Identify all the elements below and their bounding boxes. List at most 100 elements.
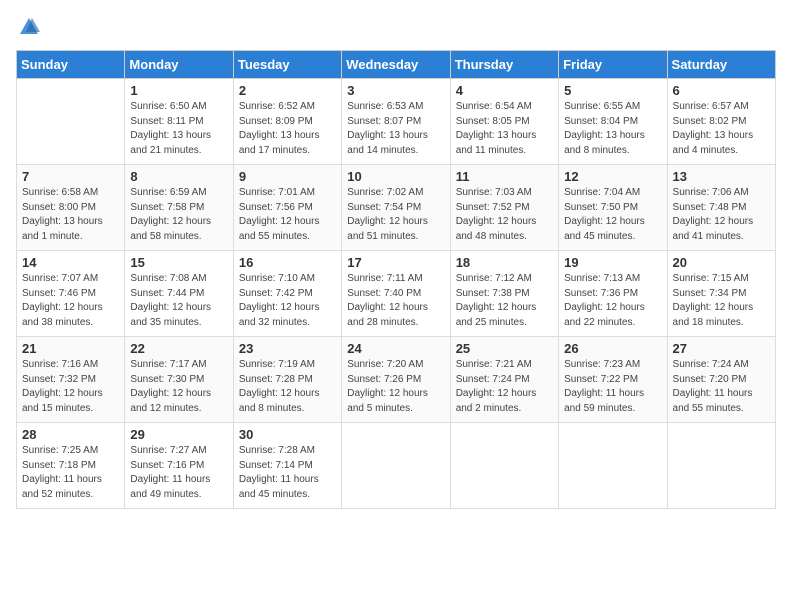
day-number: 30 [239,427,336,442]
calendar-week-row: 1 Sunrise: 6:50 AMSunset: 8:11 PMDaylight… [17,79,776,165]
calendar-cell: 13 Sunrise: 7:06 AMSunset: 7:48 PMDayligh… [667,165,775,251]
calendar-week-row: 7 Sunrise: 6:58 AMSunset: 8:00 PMDaylight… [17,165,776,251]
col-friday: Friday [559,51,667,79]
day-number: 7 [22,169,119,184]
calendar-week-row: 14 Sunrise: 7:07 AMSunset: 7:46 PMDayligh… [17,251,776,337]
day-info: Sunrise: 7:03 AMSunset: 7:52 PMDaylight:… [456,186,553,244]
day-info: Sunrise: 7:06 AMSunset: 7:48 PMDaylight:… [673,186,770,244]
header-row: Sunday Monday Tuesday Wednesday Thursday… [17,51,776,79]
day-number: 24 [347,341,444,356]
calendar-cell: 26 Sunrise: 7:23 AMSunset: 7:22 PMDayligh… [559,337,667,423]
calendar-cell: 23 Sunrise: 7:19 AMSunset: 7:28 PMDayligh… [233,337,341,423]
day-info: Sunrise: 7:27 AMSunset: 7:16 PMDaylight:… [130,444,227,502]
calendar-cell: 5 Sunrise: 6:55 AMSunset: 8:04 PMDaylight… [559,79,667,165]
calendar-header: Sunday Monday Tuesday Wednesday Thursday… [17,51,776,79]
logo-icon [18,16,40,38]
day-number: 14 [22,255,119,270]
calendar-cell: 29 Sunrise: 7:27 AMSunset: 7:16 PMDayligh… [125,423,233,509]
day-info: Sunrise: 7:20 AMSunset: 7:26 PMDaylight:… [347,358,444,416]
calendar-cell: 15 Sunrise: 7:08 AMSunset: 7:44 PMDayligh… [125,251,233,337]
col-tuesday: Tuesday [233,51,341,79]
day-number: 21 [22,341,119,356]
calendar-cell: 11 Sunrise: 7:03 AMSunset: 7:52 PMDayligh… [450,165,558,251]
day-info: Sunrise: 7:15 AMSunset: 7:34 PMDaylight:… [673,272,770,330]
calendar-cell: 30 Sunrise: 7:28 AMSunset: 7:14 PMDayligh… [233,423,341,509]
calendar-cell: 18Sunrise: 7:12 AMSunset: 7:38 PMDayligh… [450,251,558,337]
day-number: 20 [673,255,770,270]
calendar-cell: 6 Sunrise: 6:57 AMSunset: 8:02 PMDaylight… [667,79,775,165]
day-number: 8 [130,169,227,184]
day-info: Sunrise: 7:28 AMSunset: 7:14 PMDaylight:… [239,444,336,502]
calendar-cell: 12 Sunrise: 7:04 AMSunset: 7:50 PMDayligh… [559,165,667,251]
day-number: 27 [673,341,770,356]
day-info: Sunrise: 7:07 AMSunset: 7:46 PMDaylight:… [22,272,119,330]
day-number: 28 [22,427,119,442]
calendar-cell: 2Sunrise: 6:52 AMSunset: 8:09 PMDaylight… [233,79,341,165]
calendar-body: 1 Sunrise: 6:50 AMSunset: 8:11 PMDaylight… [17,79,776,509]
day-info: Sunrise: 7:08 AMSunset: 7:44 PMDaylight:… [130,272,227,330]
calendar-cell: 9 Sunrise: 7:01 AMSunset: 7:56 PMDaylight… [233,165,341,251]
col-saturday: Saturday [667,51,775,79]
day-info: Sunrise: 7:21 AMSunset: 7:24 PMDaylight:… [456,358,553,416]
calendar-cell: 20 Sunrise: 7:15 AMSunset: 7:34 PMDayligh… [667,251,775,337]
day-info: Sunrise: 6:54 AMSunset: 8:05 PMDaylight:… [456,100,553,158]
day-info: Sunrise: 7:11 AMSunset: 7:40 PMDaylight:… [347,272,444,330]
day-number: 11 [456,169,553,184]
day-info: Sunrise: 6:55 AMSunset: 8:04 PMDaylight:… [564,100,661,158]
day-number: 13 [673,169,770,184]
day-number: 1 [130,83,227,98]
day-info: Sunrise: 6:59 AMSunset: 7:58 PMDaylight:… [130,186,227,244]
calendar-cell: 8 Sunrise: 6:59 AMSunset: 7:58 PMDaylight… [125,165,233,251]
day-info: Sunrise: 7:19 AMSunset: 7:28 PMDaylight:… [239,358,336,416]
calendar-cell: 1 Sunrise: 6:50 AMSunset: 8:11 PMDaylight… [125,79,233,165]
day-number: 6 [673,83,770,98]
day-number: 17 [347,255,444,270]
calendar-cell: 17 Sunrise: 7:11 AMSunset: 7:40 PMDayligh… [342,251,450,337]
day-info: Sunrise: 6:58 AMSunset: 8:00 PMDaylight:… [22,186,119,244]
day-number: 4 [456,83,553,98]
calendar-table: Sunday Monday Tuesday Wednesday Thursday… [16,50,776,509]
day-info: Sunrise: 6:52 AMSunset: 8:09 PMDaylight:… [239,100,336,158]
calendar-week-row: 21Sunrise: 7:16 AMSunset: 7:32 PMDayligh… [17,337,776,423]
day-number: 19 [564,255,661,270]
calendar-cell: 28Sunrise: 7:25 AMSunset: 7:18 PMDayligh… [17,423,125,509]
day-number: 5 [564,83,661,98]
day-number: 12 [564,169,661,184]
day-info: Sunrise: 6:50 AMSunset: 8:11 PMDaylight:… [130,100,227,158]
day-info: Sunrise: 7:13 AMSunset: 7:36 PMDaylight:… [564,272,661,330]
calendar-cell: 4 Sunrise: 6:54 AMSunset: 8:05 PMDaylight… [450,79,558,165]
day-number: 23 [239,341,336,356]
day-number: 3 [347,83,444,98]
calendar-cell: 25 Sunrise: 7:21 AMSunset: 7:24 PMDayligh… [450,337,558,423]
day-info: Sunrise: 6:57 AMSunset: 8:02 PMDaylight:… [673,100,770,158]
calendar-cell: 21Sunrise: 7:16 AMSunset: 7:32 PMDayligh… [17,337,125,423]
calendar-cell [450,423,558,509]
calendar-cell: 19 Sunrise: 7:13 AMSunset: 7:36 PMDayligh… [559,251,667,337]
calendar-cell: 10Sunrise: 7:02 AMSunset: 7:54 PMDayligh… [342,165,450,251]
calendar-cell: 24 Sunrise: 7:20 AMSunset: 7:26 PMDayligh… [342,337,450,423]
col-sunday: Sunday [17,51,125,79]
calendar-cell [559,423,667,509]
calendar-cell: 14 Sunrise: 7:07 AMSunset: 7:46 PMDayligh… [17,251,125,337]
day-info: Sunrise: 7:24 AMSunset: 7:20 PMDaylight:… [673,358,770,416]
col-monday: Monday [125,51,233,79]
day-info: Sunrise: 7:12 AMSunset: 7:38 PMDaylight:… [456,272,553,330]
day-number: 25 [456,341,553,356]
col-wednesday: Wednesday [342,51,450,79]
day-number: 9 [239,169,336,184]
calendar-cell: 27 Sunrise: 7:24 AMSunset: 7:20 PMDayligh… [667,337,775,423]
day-info: Sunrise: 7:04 AMSunset: 7:50 PMDaylight:… [564,186,661,244]
calendar-cell: 22Sunrise: 7:17 AMSunset: 7:30 PMDayligh… [125,337,233,423]
page-header [16,16,776,38]
day-info: Sunrise: 7:23 AMSunset: 7:22 PMDaylight:… [564,358,661,416]
day-number: 22 [130,341,227,356]
day-number: 16 [239,255,336,270]
calendar-cell: 16 Sunrise: 7:10 AMSunset: 7:42 PMDayligh… [233,251,341,337]
day-number: 29 [130,427,227,442]
day-number: 26 [564,341,661,356]
day-info: Sunrise: 7:01 AMSunset: 7:56 PMDaylight:… [239,186,336,244]
calendar-cell [667,423,775,509]
day-number: 15 [130,255,227,270]
day-info: Sunrise: 7:10 AMSunset: 7:42 PMDaylight:… [239,272,336,330]
day-number: 10 [347,169,444,184]
